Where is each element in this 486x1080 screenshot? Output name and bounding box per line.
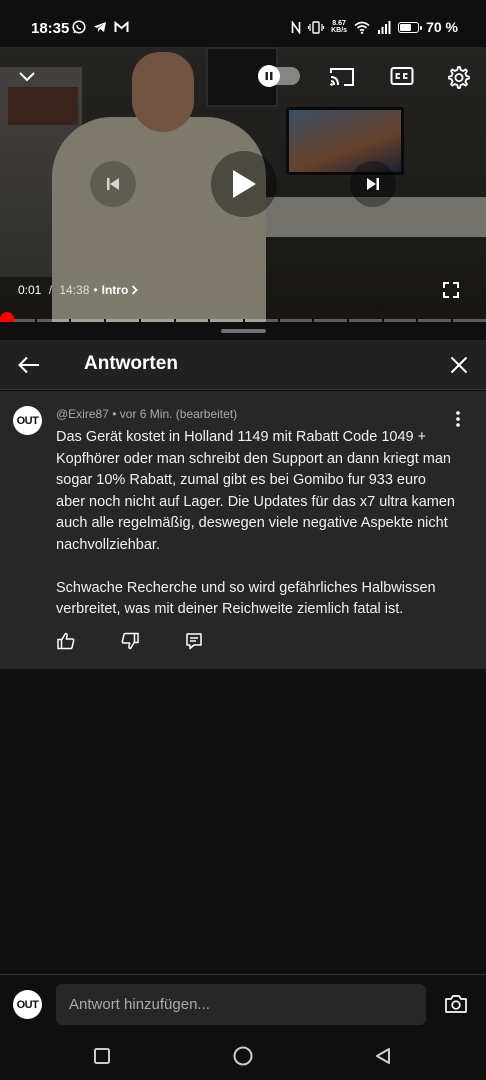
- net-speed-unit: KB/s: [331, 27, 348, 34]
- cast-button[interactable]: [328, 63, 356, 91]
- comment-actions: [56, 631, 204, 651]
- dislike-icon: [121, 632, 139, 650]
- comment-paragraph: Schwache Recherche und so wird gefährlic…: [56, 579, 436, 618]
- camera-button[interactable]: [442, 992, 470, 1016]
- reply-button[interactable]: [184, 631, 204, 651]
- comment-author[interactable]: @Exire87: [56, 407, 109, 421]
- chapter-bullet: •: [93, 283, 98, 297]
- time-separator: /: [45, 283, 56, 297]
- arrow-left-icon: [18, 356, 39, 374]
- like-button[interactable]: [56, 631, 76, 651]
- nfc-icon: [291, 20, 301, 34]
- home-icon: [233, 1046, 253, 1066]
- duration: 14:38: [59, 283, 90, 297]
- net-speed-value: 8.67: [332, 20, 346, 27]
- gmail-icon: [114, 20, 129, 32]
- back-nav-button[interactable]: [371, 1044, 395, 1068]
- reply-icon: [186, 633, 202, 650]
- recents-icon: [94, 1048, 110, 1064]
- camera-icon: [445, 995, 467, 1013]
- cc-icon: [390, 67, 414, 85]
- reply-input[interactable]: [56, 984, 426, 1025]
- status-time: 18:35: [31, 20, 70, 37]
- recents-button[interactable]: [90, 1044, 114, 1068]
- navigation-bar: [0, 1032, 486, 1080]
- cell-signal-icon: [378, 20, 391, 34]
- close-button[interactable]: [444, 350, 474, 380]
- collapse-button[interactable]: [12, 62, 42, 92]
- captions-button[interactable]: [390, 65, 414, 87]
- previous-button[interactable]: [90, 161, 136, 207]
- replies-panel: Antworten OUT @Exire87 • vor 6 Min. (bea…: [0, 322, 486, 974]
- next-button[interactable]: [350, 161, 396, 207]
- more-vert-icon: [456, 411, 460, 427]
- fullscreen-icon: [443, 282, 459, 298]
- comment-meta: @Exire87 • vor 6 Min. (bearbeitet): [56, 407, 237, 421]
- next-icon: [367, 178, 379, 190]
- drag-handle[interactable]: [221, 329, 266, 333]
- previous-icon: [107, 178, 119, 190]
- status-bar: 18:35 8.67 KB/s 70 %: [0, 0, 486, 47]
- comment-text: Das Gerät kostet in Holland 1149 mit Rab…: [56, 427, 456, 621]
- chevron-right-icon: [132, 285, 139, 295]
- comment-time: vor 6 Min. (bearbeitet): [119, 407, 238, 421]
- pause-icon: [265, 72, 273, 80]
- comment-paragraph: Das Gerät kostet in Holland 1149 mit Rab…: [56, 429, 455, 553]
- cast-icon: [330, 68, 354, 86]
- chevron-down-icon: [19, 72, 35, 82]
- notification-icons: [72, 20, 129, 34]
- dislike-button[interactable]: [120, 631, 140, 651]
- battery-icon: [398, 21, 423, 33]
- panel-header: Antworten: [0, 340, 486, 390]
- like-icon: [57, 632, 75, 650]
- fullscreen-button[interactable]: [440, 279, 462, 301]
- close-icon: [450, 356, 468, 374]
- avatar[interactable]: OUT: [13, 406, 42, 435]
- panel-title: Antworten: [84, 353, 178, 374]
- wifi-icon: [354, 21, 370, 34]
- vibrate-icon: [308, 20, 325, 34]
- back-button[interactable]: [14, 350, 44, 380]
- settings-button[interactable]: [443, 62, 473, 92]
- reply-bar: OUT: [0, 974, 486, 1032]
- net-speed: 8.67 KB/s: [331, 20, 347, 34]
- chapter-title: Intro: [101, 283, 129, 297]
- play-icon: [233, 170, 256, 198]
- back-icon: [376, 1048, 390, 1064]
- autoplay-knob: [258, 65, 280, 87]
- video-player[interactable]: 0:01 / 14:38 • Intro: [0, 47, 486, 322]
- battery-fill: [400, 23, 412, 31]
- play-button[interactable]: [211, 151, 277, 217]
- comment-card: OUT @Exire87 • vor 6 Min. (bearbeitet) D…: [0, 391, 486, 669]
- chapter-link[interactable]: Intro: [102, 283, 139, 297]
- telegram-icon: [94, 22, 106, 32]
- status-right: 8.67 KB/s 70 %: [291, 19, 458, 35]
- current-time: 0:01: [18, 283, 42, 297]
- home-button[interactable]: [231, 1044, 255, 1068]
- time-display: 0:01 / 14:38 • Intro: [18, 283, 139, 297]
- avatar: OUT: [13, 990, 42, 1019]
- autoplay-toggle[interactable]: [258, 65, 300, 87]
- gear-icon: [448, 66, 470, 89]
- battery-percent: 70 %: [426, 19, 458, 35]
- whatsapp-icon: [72, 20, 86, 34]
- meta-bullet: •: [112, 407, 117, 421]
